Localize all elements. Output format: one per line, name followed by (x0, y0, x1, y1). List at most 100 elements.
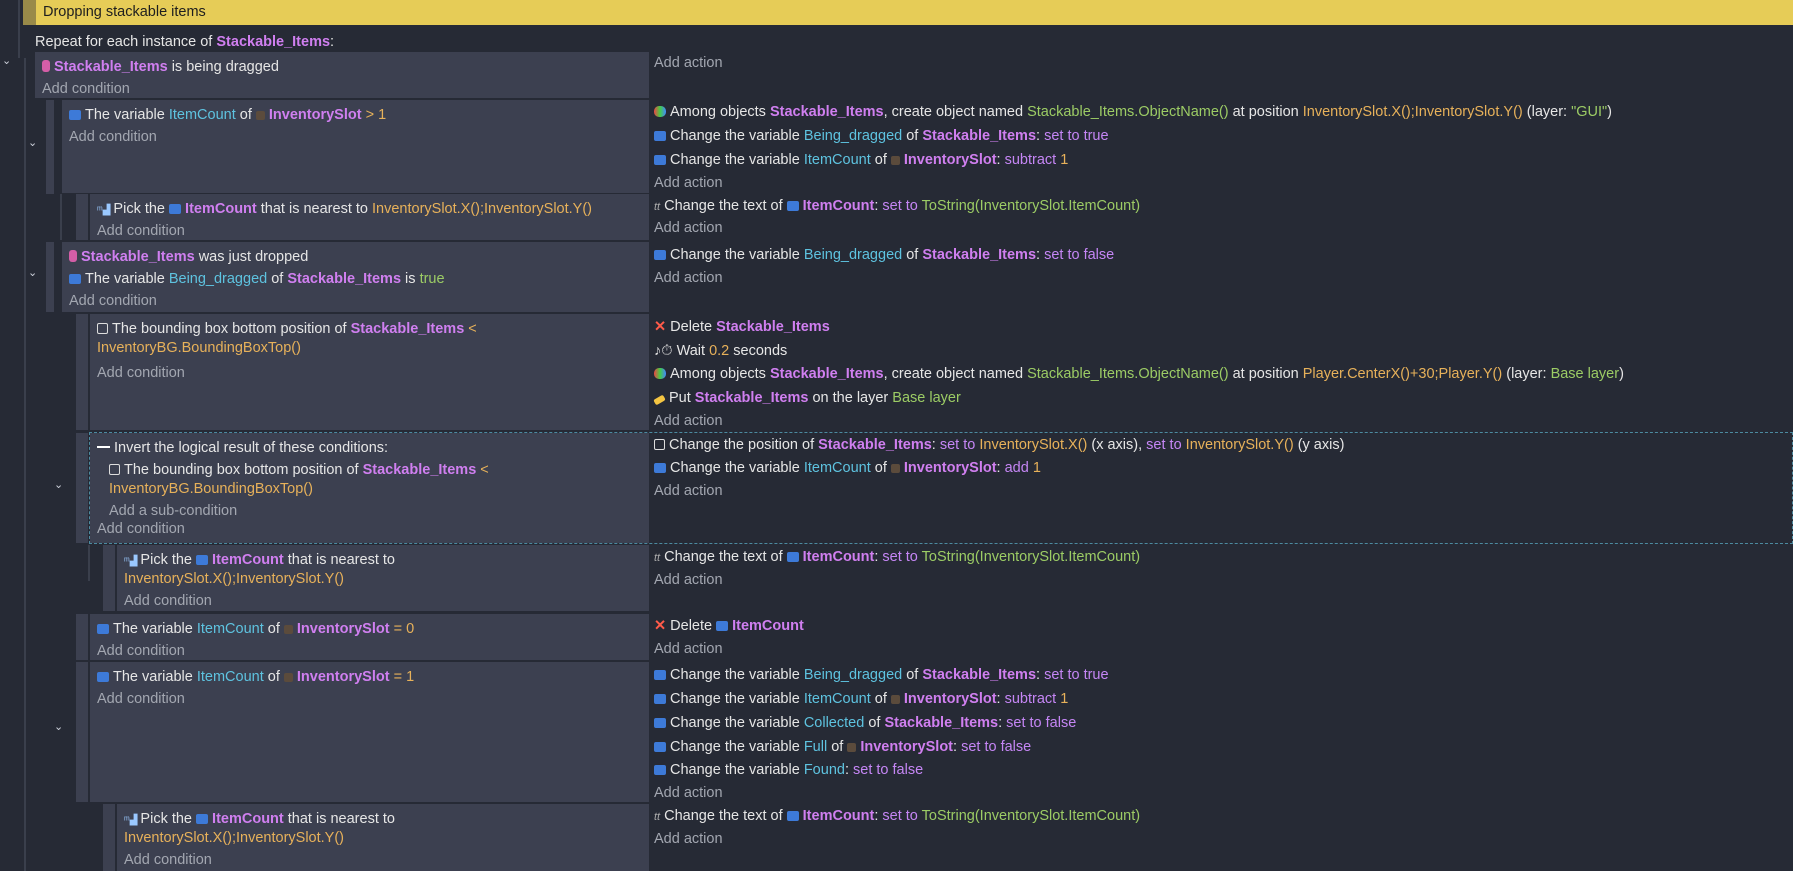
pick-nearest-icon: ᵐ▟ (124, 556, 138, 567)
text: (x axis), (1091, 437, 1143, 453)
condition-panel[interactable]: Stackable_Items is being dragged Add con… (35, 52, 649, 98)
object-name: ItemCount (802, 549, 875, 565)
add-condition-button[interactable]: Add condition (97, 362, 649, 384)
text: Invert the logical result of these condi… (114, 440, 389, 456)
chevron-down-icon[interactable]: ⌄ (54, 478, 63, 491)
condition-panel[interactable]: Invert the logical result of these condi… (90, 433, 649, 543)
layer-icon (653, 394, 666, 406)
cond-text: The variable (85, 107, 165, 123)
add-condition-button[interactable]: Add condition (97, 640, 649, 662)
repeat-header[interactable]: Repeat for each instance of Stackable_It… (35, 31, 334, 53)
action-delete[interactable]: ✕ Delete ItemCount (654, 615, 804, 637)
action-delete[interactable]: ✕ Delete Stackable_Items (654, 316, 830, 338)
add-action-button[interactable]: Add action (654, 172, 723, 194)
variable-name: ItemCount (196, 669, 264, 685)
add-action-button[interactable]: Add action (654, 52, 723, 74)
add-action-button[interactable]: Add action (654, 480, 723, 502)
operation: set to (939, 437, 976, 453)
object-name: Stackable_Items (694, 390, 809, 406)
text: Change the text of (664, 198, 783, 214)
object-name: Stackable_Items (884, 715, 999, 731)
operator: = 0 (393, 621, 415, 637)
action-change-position[interactable]: Change the position of Stackable_Items: … (654, 434, 1344, 456)
object-name: Stackable_Items (81, 249, 195, 265)
object-icon (786, 201, 799, 211)
text: that is nearest to (287, 811, 395, 827)
of-text: of (874, 460, 887, 476)
action-create[interactable]: Among objects Stackable_Items, create ob… (654, 363, 1624, 385)
add-action-button[interactable]: Add action (654, 410, 723, 432)
chevron-down-icon[interactable]: ⌄ (2, 54, 11, 67)
condition-panel[interactable]: ᵐ▟ Pick the ItemCount that is nearest to … (117, 804, 649, 871)
text: Pick the (113, 201, 166, 217)
comment-block[interactable]: Dropping stackable items (36, 0, 1793, 25)
add-action-button[interactable]: Add action (654, 828, 723, 850)
action-change-variable[interactable]: Change the variable Being_dragged of Sta… (654, 244, 1114, 266)
object-name: InventorySlot (903, 152, 997, 168)
tree-line (18, 0, 20, 58)
add-condition-button[interactable]: Add condition (124, 590, 649, 612)
action-put-layer[interactable]: Put Stackable_Items on the layer Base la… (653, 387, 961, 409)
action-change-variable[interactable]: Change the variable Collected of Stackab… (654, 712, 1076, 734)
add-condition-button[interactable]: Add condition (97, 688, 649, 710)
condition-text: is being dragged (171, 59, 279, 75)
object-name: InventorySlot (903, 691, 997, 707)
object-name: Stackable_Items (922, 667, 1037, 683)
add-action-button[interactable]: Add action (654, 638, 723, 660)
variable-icon (654, 155, 666, 165)
object-icon (890, 695, 900, 704)
variable-name: Being_dragged (803, 667, 903, 683)
condition-panel[interactable]: The variable ItemCount of InventorySlot … (90, 662, 649, 802)
of-text: of (906, 128, 919, 144)
action-change-variable[interactable]: Change the variable Found: set to false (654, 759, 923, 781)
object-name: InventorySlot (296, 621, 390, 637)
condition-panel[interactable]: The variable ItemCount of InventorySlot … (62, 100, 649, 193)
add-condition-button[interactable]: Add condition (69, 126, 649, 148)
repeat-suffix: : (330, 34, 335, 50)
action-change-variable[interactable]: Change the variable ItemCount of Invento… (654, 688, 1068, 710)
of-text: of (831, 739, 844, 755)
of-text: of (267, 669, 280, 685)
tree-line (103, 545, 115, 611)
condition-panel[interactable]: Stackable_Items was just dropped The var… (62, 242, 649, 312)
add-action-button[interactable]: Add action (654, 782, 723, 804)
add-action-button[interactable]: Add action (654, 217, 723, 239)
action-change-text[interactable]: tt Change the text of ItemCount: set to T… (654, 805, 1140, 827)
object-name: InventorySlot (903, 460, 997, 476)
variable-name: Collected (803, 715, 865, 731)
action-change-variable[interactable]: Change the variable Being_dragged of Sta… (654, 125, 1109, 147)
text: is (405, 271, 416, 287)
repeat-object: Stackable_Items (216, 34, 331, 50)
action-change-text[interactable]: tt Change the text of ItemCount: set to T… (654, 195, 1140, 217)
add-action-button[interactable]: Add action (654, 569, 723, 591)
action-change-variable[interactable]: Change the variable ItemCount of Invento… (654, 149, 1068, 171)
action-create[interactable]: Among objects Stackable_Items, create ob… (654, 101, 1612, 123)
chevron-down-icon[interactable]: ⌄ (28, 266, 37, 279)
add-condition-button[interactable]: Add condition (124, 849, 649, 871)
add-condition-button[interactable]: Add condition (69, 290, 649, 312)
chevron-down-icon[interactable]: ⌄ (54, 720, 63, 733)
add-action-button[interactable]: Add action (654, 267, 723, 289)
add-condition-button[interactable]: Add condition (97, 220, 649, 242)
layer-value: Base layer (1550, 366, 1620, 382)
add-condition-button[interactable]: Add condition (97, 518, 649, 540)
expression: InventorySlot.X();InventorySlot.Y() (372, 201, 592, 217)
action-change-variable[interactable]: Change the variable ItemCount of Invento… (654, 457, 1041, 479)
text: The variable (85, 271, 165, 287)
condition-panel[interactable]: ᵐ▟ Pick the ItemCount that is nearest to … (117, 545, 649, 611)
action-wait[interactable]: ♪⏱ Wait 0.2 seconds (654, 340, 787, 362)
condition-panel[interactable]: ᵐ▟ Pick the ItemCount that is nearest to … (90, 194, 649, 240)
condition-panel[interactable]: The bounding box bottom position of Stac… (90, 314, 649, 430)
action-change-variable[interactable]: Change the variable Being_dragged of Sta… (654, 664, 1109, 686)
chevron-down-icon[interactable]: ⌄ (28, 136, 37, 149)
variable-icon (654, 694, 666, 704)
action-change-variable[interactable]: Change the variable Full of InventorySlo… (654, 736, 1031, 758)
action-change-text[interactable]: tt Change the text of ItemCount: set to T… (654, 546, 1140, 568)
object-icon (786, 811, 799, 821)
condition-panel[interactable]: The variable ItemCount of InventorySlot … (90, 614, 649, 660)
object-icon (890, 156, 900, 165)
add-condition-button[interactable]: Add condition (42, 78, 649, 100)
of-text: of (906, 667, 919, 683)
create-object-icon (654, 106, 666, 117)
object-name: Stackable_Items (818, 437, 932, 453)
